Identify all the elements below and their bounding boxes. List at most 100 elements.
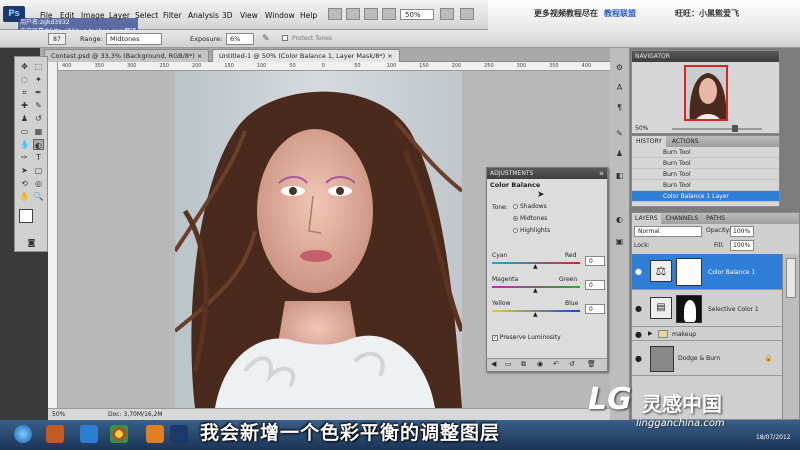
portrait-image[interactable]	[175, 71, 462, 408]
history-item[interactable]: Burn Tool	[632, 169, 779, 180]
tab-channels[interactable]: CHANNELS	[662, 213, 701, 224]
navigator-zoom-slider[interactable]	[672, 128, 762, 130]
exposure-field[interactable]: 6%	[226, 33, 254, 45]
foreground-color-swatch[interactable]	[19, 209, 33, 223]
eye-icon[interactable]: ●	[635, 354, 642, 363]
lasso-tool-icon[interactable]: ◌	[19, 74, 30, 85]
tab-untitled-1[interactable]: Untitled-1 @ 50% (Color Balance 1, Layer…	[212, 49, 400, 62]
eye-icon[interactable]: ●	[635, 330, 642, 339]
panel-clone-source-icon[interactable]: ♟	[614, 148, 625, 159]
eye-icon[interactable]: ●	[635, 267, 642, 276]
move-tool-icon[interactable]: ✥	[19, 61, 30, 72]
eyedropper-tool-icon[interactable]: ✒	[33, 87, 44, 98]
navigator-thumbnail[interactable]	[684, 65, 728, 121]
3d-rotate-tool-icon[interactable]: ⟲	[19, 178, 30, 189]
firefox-icon[interactable]	[146, 425, 164, 443]
expand-view-icon[interactable]: ▭	[505, 360, 512, 368]
arrange-documents-icon[interactable]	[440, 8, 454, 20]
history-item-selected[interactable]: Color Balance 1 Layer	[632, 191, 779, 202]
panel-brush-icon[interactable]: ✎	[614, 128, 625, 139]
opacity-field[interactable]: 100%	[730, 226, 754, 237]
layer-row-selective-color[interactable]: ● ▤ Selective Color 1	[632, 291, 782, 327]
tab-layers[interactable]: LAYERS	[632, 213, 661, 224]
close-icon[interactable]: ×	[197, 52, 202, 60]
zoom-level-dropdown[interactable]: 50%	[400, 9, 434, 20]
quick-mask-icon[interactable]: ◙	[26, 237, 37, 248]
menu-3d[interactable]: 3D	[222, 11, 233, 20]
adjustments-header[interactable]: ADJUSTMENTS ≡	[487, 168, 607, 179]
hand-view-icon[interactable]	[364, 8, 378, 20]
eye-icon[interactable]: ●	[635, 304, 642, 313]
previous-state-icon[interactable]: ↶	[553, 360, 559, 368]
crop-tool-icon[interactable]: ⌗	[19, 87, 30, 98]
history-brush-tool-icon[interactable]: ↺	[33, 113, 44, 124]
panel-menu-icon[interactable]: ≡	[599, 168, 604, 179]
clone-stamp-tool-icon[interactable]: ♟	[19, 113, 30, 124]
zoom-tool-icon[interactable]: 🔍	[33, 191, 44, 202]
tab-history[interactable]: HISTORY	[632, 136, 666, 147]
tab-actions[interactable]: ACTIONS	[668, 136, 703, 147]
history-item[interactable]: Burn Tool	[632, 180, 779, 191]
back-arrow-icon[interactable]: ◀	[491, 360, 496, 368]
screen-mode-icon[interactable]	[460, 8, 474, 20]
history-item[interactable]: Burn Tool	[632, 147, 779, 158]
tone-radio-shadows[interactable]: Shadows	[513, 203, 547, 210]
layer-thumbnail[interactable]	[650, 346, 674, 372]
panel-masks-icon[interactable]: ▣	[614, 236, 625, 247]
slider-handle-icon[interactable]: ▲	[533, 263, 538, 270]
panel-history-icon[interactable]: ⚙	[614, 62, 625, 73]
brush-tool-icon[interactable]: ✎	[33, 100, 44, 111]
start-button-icon[interactable]	[14, 425, 32, 443]
bridge-icon[interactable]	[328, 8, 342, 20]
menu-view[interactable]: View	[240, 11, 258, 20]
visibility-eye-icon[interactable]: ◉	[537, 360, 543, 368]
hand-tool-icon[interactable]: ✋	[19, 191, 30, 202]
slider-handle-icon[interactable]: ▲	[533, 287, 538, 294]
reset-icon[interactable]: ↺	[569, 360, 575, 368]
tone-radio-midtones[interactable]: Midtones	[513, 215, 547, 222]
preserve-luminosity-checkbox[interactable]: ✓ Preserve Luminosity	[492, 334, 561, 341]
airbrush-icon[interactable]: ✎	[262, 33, 274, 45]
close-icon[interactable]: ×	[387, 52, 392, 60]
panel-styles-icon[interactable]: ◧	[614, 170, 625, 181]
panel-paragraph-icon[interactable]: ¶	[614, 102, 625, 113]
layer-group-makeup[interactable]: ● ▶ makeup	[632, 328, 782, 341]
cyan-red-value[interactable]: 0	[585, 256, 605, 266]
layer-row-dodge-burn[interactable]: ● Dodge & Burn 🔒	[632, 342, 782, 376]
ie-browser-icon[interactable]	[80, 425, 98, 443]
yellow-blue-value[interactable]: 0	[585, 304, 605, 314]
scrollbar-thumb[interactable]	[786, 258, 796, 298]
slider-handle-icon[interactable]: ▲	[533, 311, 538, 318]
menu-window[interactable]: Window	[265, 11, 295, 20]
tab-paths[interactable]: PATHS	[703, 213, 728, 224]
clip-layer-icon[interactable]: ⧉	[521, 360, 526, 369]
menu-select[interactable]: Select	[135, 11, 158, 20]
trash-icon[interactable]: 🗑	[587, 360, 596, 368]
tab-contest[interactable]: Contest.psd @ 33,3% (Background, RGB/8*)…	[44, 49, 210, 62]
range-dropdown[interactable]: Midtones	[106, 33, 162, 45]
chrome-icon[interactable]	[110, 425, 128, 443]
magenta-green-value[interactable]: 0	[585, 280, 605, 290]
panel-character-icon[interactable]: A	[614, 82, 625, 93]
type-tool-icon[interactable]: T	[33, 152, 44, 163]
history-item[interactable]: Burn Tool	[632, 158, 779, 169]
brush-size-picker[interactable]: 87	[48, 33, 66, 45]
eraser-tool-icon[interactable]: ▭	[19, 126, 30, 137]
menu-help[interactable]: Help	[300, 11, 317, 20]
media-player-icon[interactable]	[46, 425, 64, 443]
protect-tones-checkbox[interactable]	[282, 35, 288, 41]
panel-adjustments-icon[interactable]: ◐	[614, 214, 625, 225]
quick-select-tool-icon[interactable]: ✦	[33, 74, 44, 85]
gradient-tool-icon[interactable]: ▦	[33, 126, 44, 137]
fill-field[interactable]: 100%	[730, 240, 754, 251]
zoom-view-icon[interactable]	[382, 8, 396, 20]
layer-row-color-balance[interactable]: ● ⚖ Color Balance 1	[632, 254, 782, 290]
healing-tool-icon[interactable]: ✚	[19, 100, 30, 111]
photoshop-taskbar-icon[interactable]	[170, 425, 188, 443]
layer-mask-thumbnail[interactable]	[676, 295, 702, 323]
pen-tool-icon[interactable]: ✑	[19, 152, 30, 163]
blur-tool-icon[interactable]: 💧	[19, 139, 30, 150]
menu-filter[interactable]: Filter	[163, 11, 182, 20]
layer-mask-thumbnail[interactable]	[676, 258, 702, 286]
status-zoom[interactable]: 50%	[52, 409, 65, 420]
